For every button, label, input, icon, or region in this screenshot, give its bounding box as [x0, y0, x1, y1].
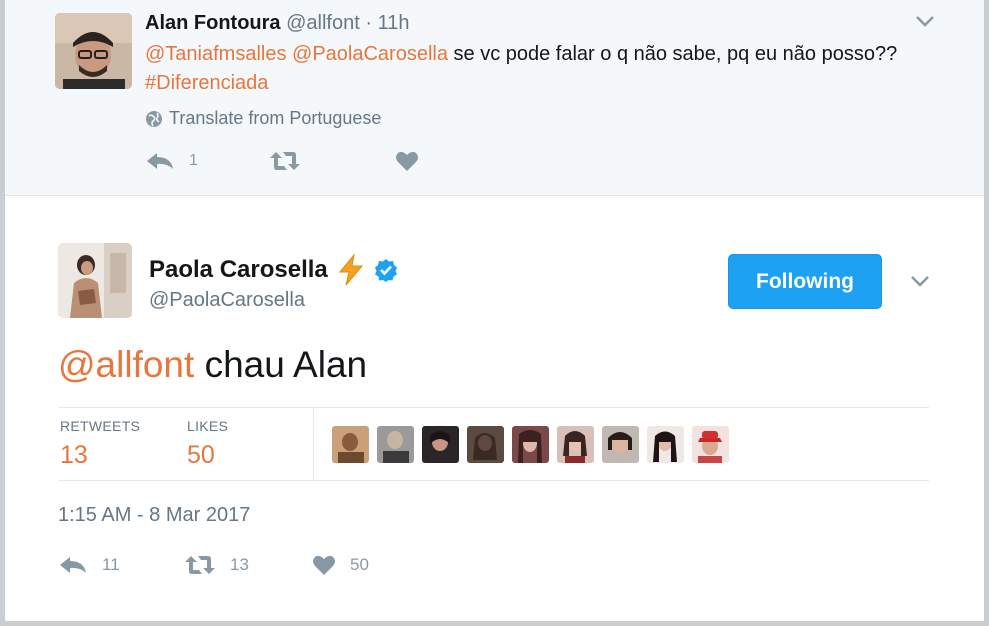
main-actions: 11 13 50 — [58, 554, 369, 576]
mention-paolacarosella[interactable]: @PaolaCarosella — [292, 43, 448, 65]
parent-author-name[interactable]: Alan Fontoura — [145, 12, 281, 34]
globe-icon — [145, 110, 163, 128]
liker-avatar[interactable] — [467, 426, 504, 463]
retweets-label: RETWEETS — [60, 418, 141, 434]
heart-icon — [312, 554, 336, 576]
retweet-icon — [184, 554, 216, 576]
liker-avatar[interactable] — [377, 426, 414, 463]
likes-value: 50 — [187, 441, 215, 469]
parent-tweet-text: @Taniafmsalles @PaolaCarosella se vc pod… — [145, 40, 925, 98]
stats-divider — [313, 408, 314, 480]
parent-chevron-down-icon[interactable] — [915, 14, 935, 28]
main-retweet-count: 13 — [230, 555, 249, 574]
parent-tweet[interactable]: Alan Fontoura @allfont · 11h @Taniafmsal… — [5, 0, 984, 196]
main-author: Paola Carosella — [149, 254, 398, 286]
likes-label: LIKES — [187, 418, 229, 434]
liker-avatar[interactable] — [557, 426, 594, 463]
liker-avatars — [332, 426, 729, 463]
parent-reply-button[interactable]: 1 — [145, 151, 269, 171]
heart-icon — [395, 150, 419, 172]
parent-separator: · — [365, 12, 373, 34]
lightning-emoji — [338, 254, 364, 286]
parent-actions: 1 — [145, 150, 419, 172]
retweet-icon — [269, 150, 301, 172]
retweets-value: 13 — [60, 441, 88, 469]
parent-author: Alan Fontoura @allfont · 11h — [145, 12, 409, 35]
parent-author-handle[interactable]: @allfont — [286, 12, 360, 34]
liker-avatar[interactable] — [692, 426, 729, 463]
main-author-handle[interactable]: @PaolaCarosella — [149, 289, 305, 312]
liker-avatar[interactable] — [602, 426, 639, 463]
reply-icon — [145, 151, 175, 171]
main-like-count: 50 — [350, 555, 369, 574]
main-author-name[interactable]: Paola Carosella — [149, 256, 328, 284]
liker-avatar[interactable] — [512, 426, 549, 463]
main-tweet-text: @allfont chau Alan — [58, 344, 367, 386]
verified-badge-icon — [374, 258, 398, 282]
main-chevron-down-icon[interactable] — [910, 274, 930, 288]
main-like-button[interactable]: 50 — [312, 554, 369, 576]
liker-avatar[interactable] — [332, 426, 369, 463]
mention-taniafmsalles[interactable]: @Taniafmsalles — [145, 43, 286, 65]
retweets-stat[interactable]: RETWEETS 13 — [60, 418, 140, 470]
parent-reply-count: 1 — [189, 152, 198, 169]
main-text-body: chau Alan — [194, 344, 368, 385]
liker-avatar[interactable] — [647, 426, 684, 463]
translate-label: Translate from Portuguese — [169, 108, 382, 128]
parent-text-body: se vc pode falar o q não sabe, pq eu não… — [447, 43, 898, 65]
hashtag-diferenciada[interactable]: #Diferenciada — [145, 72, 268, 94]
liker-avatar[interactable] — [422, 426, 459, 463]
following-button[interactable]: Following — [728, 254, 882, 309]
mention-allfont[interactable]: @allfont — [58, 344, 194, 385]
paola-avatar[interactable] — [58, 243, 132, 318]
likes-stat[interactable]: LIKES 50 — [187, 418, 228, 470]
parent-retweet-button[interactable] — [269, 150, 395, 172]
parent-like-button[interactable] — [395, 150, 419, 172]
reply-icon — [58, 555, 88, 575]
alan-avatar[interactable] — [55, 13, 132, 89]
parent-time[interactable]: 11h — [378, 12, 410, 34]
main-retweet-button[interactable]: 13 — [184, 554, 312, 576]
translate-link[interactable]: Translate from Portuguese — [145, 108, 381, 129]
main-reply-button[interactable]: 11 — [58, 555, 184, 575]
main-reply-count: 11 — [102, 555, 120, 574]
tweet-stats: RETWEETS 13 LIKES 50 — [58, 407, 929, 481]
tweet-timestamp[interactable]: 1:15 AM - 8 Mar 2017 — [58, 504, 250, 527]
